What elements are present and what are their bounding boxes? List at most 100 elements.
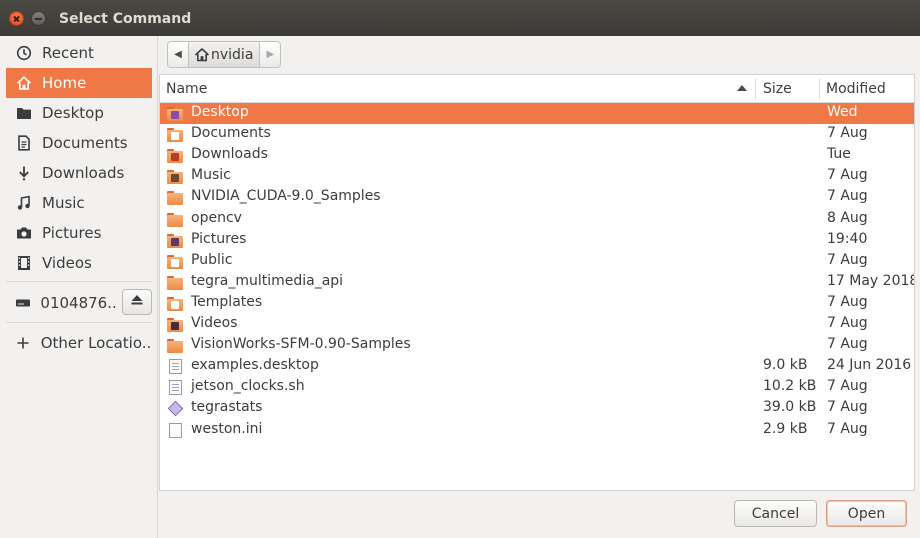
file-name: Music bbox=[191, 167, 231, 184]
column-header: Name Size Modified bbox=[160, 75, 914, 103]
sidebar-item-recent[interactable]: Recent bbox=[6, 38, 152, 68]
file-name: Documents bbox=[191, 125, 271, 142]
sidebar-item-pictures[interactable]: Pictures bbox=[6, 218, 152, 248]
blank-file-icon bbox=[167, 422, 183, 438]
file-name: tegrastats bbox=[191, 399, 263, 416]
sidebar-item-music[interactable]: Music bbox=[6, 188, 152, 218]
file-name: Pictures bbox=[191, 230, 247, 247]
sidebar-item-label: Home bbox=[42, 74, 87, 92]
file-row[interactable]: weston.ini 2.9 kB 7 Aug bbox=[160, 420, 914, 441]
cancel-button[interactable]: Cancel bbox=[734, 500, 817, 527]
file-modified: 7 Aug bbox=[827, 336, 868, 353]
folder-icon bbox=[167, 190, 183, 206]
file-name: Templates bbox=[191, 293, 263, 310]
camera-icon bbox=[6, 225, 42, 241]
file-modified: 17 May 2018 bbox=[827, 272, 915, 289]
close-window-button[interactable] bbox=[9, 11, 24, 26]
file-modified: 7 Aug bbox=[827, 420, 868, 437]
file-row[interactable]: opencv 8 Aug bbox=[160, 209, 914, 230]
file-name: NVIDIA_CUDA-9.0_Samples bbox=[191, 188, 381, 205]
file-name: examples.desktop bbox=[191, 357, 319, 374]
download-arrow-icon bbox=[6, 165, 42, 181]
folder-documents-icon bbox=[167, 127, 183, 143]
column-divider bbox=[755, 79, 756, 99]
file-modified: 7 Aug bbox=[827, 188, 868, 205]
sidebar-item-videos[interactable]: Videos bbox=[6, 248, 152, 278]
folder-templates-icon bbox=[167, 296, 183, 311]
sort-ascending-icon bbox=[737, 85, 747, 91]
file-modified: 19:40 bbox=[827, 230, 868, 247]
file-row[interactable]: Public 7 Aug bbox=[160, 251, 914, 272]
places-sidebar: Recent Home Desktop Documents Downloads … bbox=[0, 36, 158, 538]
file-name: jetson_clocks.sh bbox=[191, 378, 305, 395]
file-row[interactable]: examples.desktop 9.0 kB 24 Jun 2016 bbox=[160, 356, 914, 377]
file-size: 9.0 kB bbox=[763, 357, 808, 374]
eject-icon bbox=[130, 293, 144, 311]
file-modified: 7 Aug bbox=[827, 315, 868, 331]
file-name: opencv bbox=[191, 209, 242, 226]
drive-icon bbox=[6, 295, 40, 311]
file-row[interactable]: Downloads Tue bbox=[160, 145, 914, 166]
sidebar-item-label: 0104876... bbox=[40, 294, 118, 312]
folder-icon bbox=[6, 105, 42, 121]
file-row[interactable]: Documents 7 Aug bbox=[160, 124, 914, 145]
text-file-icon bbox=[167, 380, 183, 396]
sidebar-item-desktop[interactable]: Desktop bbox=[6, 98, 152, 128]
folder-downloads-icon bbox=[167, 148, 183, 164]
title-bar: Select Command bbox=[0, 0, 920, 36]
sidebar-item-other-locations[interactable]: Other Locatio... bbox=[6, 328, 152, 358]
column-divider bbox=[819, 79, 820, 99]
file-modified: 7 Aug bbox=[827, 251, 868, 268]
column-header-name[interactable]: Name bbox=[166, 75, 207, 103]
window-title: Select Command bbox=[59, 11, 192, 27]
file-name: Desktop bbox=[191, 104, 249, 120]
file-modified: 7 Aug bbox=[827, 167, 868, 184]
sidebar-item-label: Downloads bbox=[42, 164, 125, 182]
sidebar-item-home[interactable]: Home bbox=[6, 68, 152, 98]
music-note-icon bbox=[6, 195, 42, 211]
folder-desktop-icon bbox=[167, 106, 183, 121]
sidebar-item-documents[interactable]: Documents bbox=[6, 128, 152, 158]
chevron-right-icon: ▶ bbox=[266, 49, 275, 60]
file-name: Videos bbox=[191, 315, 238, 331]
column-header-size[interactable]: Size bbox=[763, 75, 792, 103]
column-header-modified[interactable]: Modified bbox=[826, 75, 886, 103]
file-name: weston.ini bbox=[191, 420, 263, 437]
text-file-icon bbox=[167, 359, 183, 375]
path-bar: ◀ nvidia ▶ bbox=[167, 41, 282, 68]
file-modified: 7 Aug bbox=[827, 378, 868, 395]
file-row[interactable]: Videos 7 Aug bbox=[160, 314, 914, 335]
file-row[interactable]: Templates 7 Aug bbox=[160, 293, 914, 314]
file-row[interactable]: Pictures 19:40 bbox=[160, 230, 914, 251]
minimize-window-button[interactable] bbox=[31, 11, 46, 26]
file-row[interactable]: Desktop Wed bbox=[160, 103, 914, 124]
file-row[interactable]: Music 7 Aug bbox=[160, 166, 914, 187]
sidebar-item-label: Documents bbox=[42, 134, 128, 152]
document-icon bbox=[6, 135, 42, 151]
folder-icon bbox=[167, 338, 183, 354]
sidebar-item-drive[interactable]: 0104876... bbox=[6, 288, 118, 318]
path-back-button[interactable]: ◀ bbox=[168, 42, 188, 67]
file-name: Public bbox=[191, 251, 233, 268]
path-crumb-label: nvidia bbox=[211, 46, 254, 63]
sidebar-item-label: Recent bbox=[42, 44, 94, 62]
path-forward-button[interactable]: ▶ bbox=[260, 42, 280, 67]
executable-icon bbox=[167, 401, 184, 417]
eject-button[interactable] bbox=[122, 289, 152, 315]
open-button[interactable]: Open bbox=[826, 500, 907, 527]
file-row[interactable]: jetson_clocks.sh 10.2 kB 7 Aug bbox=[160, 377, 914, 398]
sidebar-separator bbox=[6, 322, 152, 323]
file-modified: 7 Aug bbox=[827, 399, 868, 416]
path-crumb-home[interactable]: nvidia bbox=[188, 42, 261, 67]
file-row[interactable]: tegra_multimedia_api 17 May 2018 bbox=[160, 272, 915, 293]
file-row[interactable]: tegrastats 39.0 kB 7 Aug bbox=[160, 398, 914, 419]
file-row[interactable]: VisionWorks-SFM-0.90-Samples 7 Aug bbox=[160, 335, 914, 356]
folder-pictures-icon bbox=[167, 233, 183, 248]
folder-videos-icon bbox=[167, 317, 183, 332]
sidebar-item-downloads[interactable]: Downloads bbox=[6, 158, 152, 188]
file-row[interactable]: NVIDIA_CUDA-9.0_Samples 7 Aug bbox=[160, 187, 914, 208]
file-name: VisionWorks-SFM-0.90-Samples bbox=[191, 336, 411, 353]
plus-icon bbox=[6, 335, 41, 351]
sidebar-item-label: Pictures bbox=[42, 224, 102, 242]
file-modified: 7 Aug bbox=[827, 293, 868, 310]
